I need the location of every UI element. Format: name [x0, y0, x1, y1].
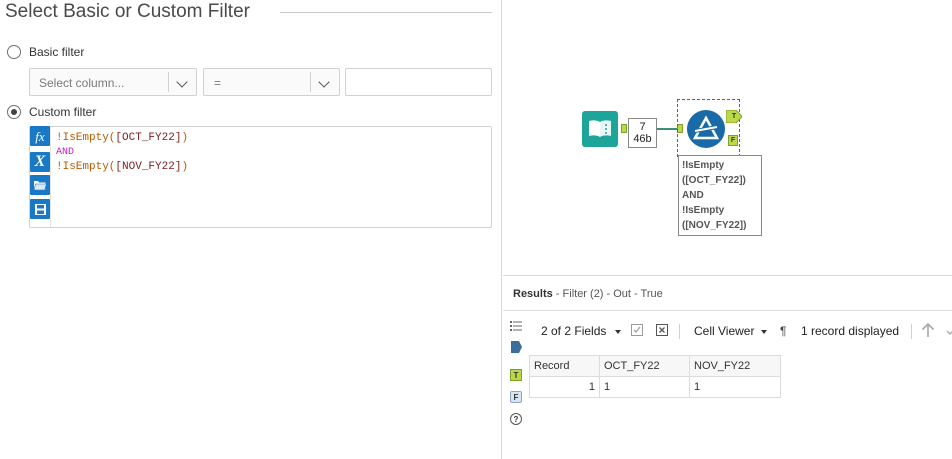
column-header-nov-fy22[interactable]: NOV_FY22 — [689, 355, 781, 377]
true-output-label: T — [513, 370, 519, 380]
results-header: Results - Filter (2) - Out - True — [513, 288, 663, 300]
true-output-icon[interactable]: T — [510, 369, 522, 381]
paragraph-icon[interactable]: ¶ — [780, 324, 786, 338]
filter-config-panel: Select Basic or Custom Filter Basic filt… — [0, 0, 502, 459]
column-select-placeholder: Select column... — [39, 76, 125, 90]
help-icon[interactable]: ? — [510, 413, 522, 425]
caret-down-icon[interactable] — [761, 330, 767, 334]
filter-value-input[interactable] — [345, 68, 492, 96]
filter-triangle-icon — [692, 115, 720, 140]
expression-function: !IsEmpty( — [56, 161, 116, 173]
toolbar-separator — [911, 324, 912, 339]
record-count: 7 — [639, 121, 646, 133]
title-divider — [280, 12, 492, 13]
cell-record[interactable]: 1 — [529, 376, 600, 398]
input-anchor-icon[interactable] — [510, 341, 522, 353]
expression-operator: AND — [56, 147, 75, 158]
record-count-badge: 7 46b — [628, 118, 657, 148]
expression-editor[interactable]: !IsEmpty([OCT_FY22]) AND !IsEmpty([NOV_F… — [29, 126, 492, 228]
table-row[interactable]: 1 1 1 — [529, 376, 781, 398]
expression-code[interactable]: !IsEmpty([OCT_FY22]) AND !IsEmpty([NOV_F… — [56, 131, 188, 174]
editor-gutter — [50, 127, 51, 227]
function-icon[interactable]: fx — [30, 126, 50, 146]
select-separator — [168, 72, 169, 92]
expression-paren: ) — [181, 161, 189, 173]
input-data-tool[interactable] — [582, 111, 618, 147]
save-icon[interactable] — [30, 199, 50, 219]
false-anchor-label: F — [730, 137, 736, 144]
select-separator — [310, 72, 311, 92]
false-anchor[interactable]: F — [728, 135, 738, 146]
expression-field: [NOV_FY22] — [115, 161, 182, 173]
true-anchor[interactable]: T — [726, 110, 742, 123]
panel-title: Select Basic or Custom Filter — [5, 1, 250, 22]
cell-viewer-dropdown[interactable]: Cell Viewer — [694, 324, 754, 338]
workflow-canvas[interactable]: 7 46b T F !IsEmpty ([OCT_FY22]) AND !IsE… — [503, 0, 952, 274]
record-size: 46b — [633, 133, 652, 145]
column-header-record[interactable]: Record — [529, 355, 600, 377]
cell-oct-fy22[interactable]: 1 — [599, 376, 690, 398]
filter-tool[interactable] — [687, 110, 725, 148]
alteryx-window: Select Basic or Custom Filter Basic filt… — [0, 0, 952, 459]
basic-filter-radio[interactable] — [7, 45, 21, 59]
toolbar-separator — [679, 324, 680, 339]
chevron-down-icon — [318, 76, 330, 88]
filter-annotation: !IsEmpty ([OCT_FY22]) AND !IsEmpty ([NOV… — [678, 155, 762, 236]
open-folder-icon[interactable] — [30, 175, 50, 195]
results-toolbar: 2 of 2 Fields Cell Viewer ¶ 1 record dis… — [529, 316, 952, 346]
results-side-toolbar: T F ? — [503, 316, 529, 459]
list-icon[interactable] — [510, 320, 522, 332]
basic-filter-label: Basic filter — [29, 45, 85, 59]
chevron-down-icon[interactable] — [946, 326, 952, 335]
results-panel: Results - Filter (2) - Out - True T F ? … — [503, 275, 952, 459]
false-output-label: F — [513, 392, 519, 402]
book-icon — [589, 120, 611, 137]
chevron-down-icon — [176, 76, 188, 88]
arrow-up-icon[interactable] — [921, 322, 935, 338]
column-select[interactable]: Select column... — [29, 68, 197, 96]
deselect-icon[interactable] — [656, 324, 668, 336]
results-title: Results — [513, 288, 553, 300]
expression-function: !IsEmpty( — [56, 132, 116, 144]
operator-select[interactable]: = — [203, 68, 340, 96]
output-anchor[interactable] — [621, 124, 627, 133]
expression-paren: ) — [181, 132, 189, 144]
variable-icon[interactable]: X — [30, 152, 50, 172]
false-output-icon[interactable]: F — [510, 391, 522, 403]
caret-down-icon[interactable] — [615, 330, 621, 334]
column-header-oct-fy22[interactable]: OCT_FY22 — [599, 355, 690, 377]
custom-filter-radio[interactable] — [7, 105, 21, 119]
results-divider — [503, 310, 952, 311]
fields-dropdown[interactable]: 2 of 2 Fields — [541, 324, 606, 338]
connection-line[interactable] — [657, 128, 677, 130]
results-source: - Filter (2) - Out - True — [552, 288, 663, 300]
custom-filter-label: Custom filter — [29, 105, 97, 119]
true-anchor-label: T — [731, 113, 737, 120]
checkbox-icon[interactable] — [631, 324, 643, 336]
record-count-label: 1 record displayed — [801, 324, 900, 338]
expression-field: [OCT_FY22] — [115, 132, 182, 144]
operator-select-value: = — [214, 76, 222, 90]
cell-nov-fy22[interactable]: 1 — [689, 376, 781, 398]
results-table: Record OCT_FY22 NOV_FY22 1 1 1 — [529, 355, 781, 398]
